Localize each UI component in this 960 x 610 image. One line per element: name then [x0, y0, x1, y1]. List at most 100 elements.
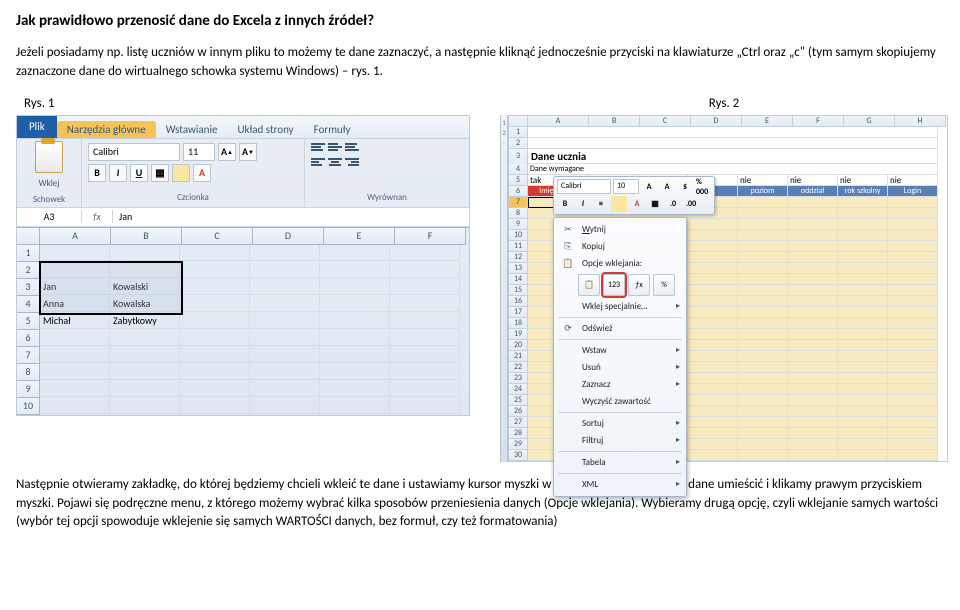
ctx-refresh[interactable]: ⟳Odśwież	[554, 320, 686, 337]
cell[interactable]	[738, 395, 788, 406]
cell[interactable]	[738, 406, 788, 417]
cell[interactable]	[788, 351, 838, 362]
row-header[interactable]: 10	[509, 230, 528, 241]
col-header[interactable]: C	[182, 228, 253, 245]
cell[interactable]	[838, 263, 888, 274]
cell[interactable]	[838, 241, 888, 252]
cell[interactable]	[888, 230, 938, 241]
row-header[interactable]: 9	[17, 381, 40, 398]
cell[interactable]	[838, 395, 888, 406]
ctx-select[interactable]: Zaznacz▸	[554, 376, 686, 393]
ctx-table[interactable]: Tabela▸	[554, 454, 686, 471]
cell[interactable]	[888, 384, 938, 395]
shrink-font-button[interactable]: A▼	[239, 143, 257, 161]
cell[interactable]	[738, 296, 788, 307]
row-header[interactable]: 26	[509, 406, 528, 417]
cell[interactable]	[838, 428, 888, 439]
cell[interactable]	[788, 340, 838, 351]
align-top-icon[interactable]	[311, 143, 325, 155]
cell[interactable]	[838, 362, 888, 373]
col-header[interactable]: A	[528, 116, 589, 127]
mini-italic[interactable]: I	[575, 196, 591, 212]
col-header[interactable]: D	[691, 116, 742, 127]
row-header[interactable]: 12	[509, 252, 528, 263]
select-all-corner[interactable]	[17, 228, 40, 245]
cell[interactable]	[738, 362, 788, 373]
ctx-cut[interactable]: ✂Wytnij	[554, 221, 686, 238]
cell[interactable]	[888, 373, 938, 384]
col-header[interactable]: E	[324, 228, 395, 245]
cell[interactable]	[838, 450, 888, 461]
row-header[interactable]: 15	[509, 285, 528, 296]
row-header[interactable]: 10	[17, 398, 40, 415]
col-header[interactable]: B	[589, 116, 640, 127]
ribbon-tab-insert[interactable]: Wstawianie	[156, 121, 228, 138]
cell[interactable]	[738, 307, 788, 318]
col-header[interactable]: D	[253, 228, 324, 245]
cell[interactable]	[738, 241, 788, 252]
mini-size-select[interactable]: 10	[613, 179, 639, 194]
cell[interactable]	[788, 318, 838, 329]
cell[interactable]	[738, 450, 788, 461]
cell[interactable]	[838, 384, 888, 395]
cell[interactable]	[788, 373, 838, 384]
cell[interactable]	[738, 384, 788, 395]
row-header[interactable]: 13	[509, 263, 528, 274]
cell[interactable]	[888, 318, 938, 329]
cell[interactable]	[738, 428, 788, 439]
paste-option-all[interactable]: 📋	[578, 274, 600, 296]
cell[interactable]	[888, 439, 938, 450]
cell[interactable]	[788, 384, 838, 395]
worksheet-grid[interactable]: A B C D E F 1 2 3JanKowalski 4AnnaKowals…	[17, 227, 469, 415]
cell[interactable]	[888, 351, 938, 362]
cell[interactable]	[788, 274, 838, 285]
cell[interactable]	[888, 362, 938, 373]
mini-fill[interactable]	[611, 196, 627, 212]
cell[interactable]	[888, 274, 938, 285]
ctx-insert[interactable]: Wstaw▸	[554, 342, 686, 359]
cell[interactable]	[888, 417, 938, 428]
row-header[interactable]: 20	[509, 340, 528, 351]
cell[interactable]	[788, 439, 838, 450]
cell[interactable]	[888, 395, 938, 406]
cell[interactable]	[738, 219, 788, 230]
cell[interactable]	[888, 252, 938, 263]
cell[interactable]	[888, 285, 938, 296]
row-header[interactable]: 3	[17, 279, 40, 296]
fx-icon[interactable]: fx	[82, 210, 113, 223]
cell[interactable]	[838, 406, 888, 417]
ctx-filter[interactable]: Filtruj▸	[554, 432, 686, 449]
row-header[interactable]: 16	[509, 296, 528, 307]
row-header[interactable]: 24	[509, 384, 528, 395]
cell[interactable]	[788, 219, 838, 230]
mini-shrink-font[interactable]: A	[659, 179, 675, 195]
align-right-icon[interactable]	[345, 158, 359, 170]
row-header[interactable]: 29	[509, 439, 528, 450]
grow-font-button[interactable]: A▲	[218, 143, 236, 161]
cell[interactable]	[738, 340, 788, 351]
align-left-icon[interactable]	[311, 158, 325, 170]
mini-bold[interactable]: B	[557, 196, 573, 212]
font-size-select[interactable]: 11	[183, 143, 215, 161]
underline-button[interactable]: U	[130, 164, 148, 182]
ctx-xml[interactable]: XML▸	[554, 476, 686, 493]
file-tab[interactable]: Plik	[17, 116, 57, 138]
mini-grow-font[interactable]: A	[641, 179, 657, 195]
cell[interactable]	[838, 351, 888, 362]
cell[interactable]	[788, 428, 838, 439]
cell[interactable]	[738, 252, 788, 263]
align-center-icon[interactable]	[328, 158, 342, 170]
cell[interactable]	[788, 241, 838, 252]
cell[interactable]	[888, 329, 938, 340]
cell[interactable]	[838, 219, 888, 230]
cell[interactable]: Kowalski	[110, 279, 180, 295]
col-header[interactable]: A	[40, 228, 111, 245]
cell[interactable]	[738, 318, 788, 329]
col-header[interactable]: F	[395, 228, 466, 245]
row-header[interactable]: 8	[509, 208, 528, 219]
ctx-delete[interactable]: Usuń▸	[554, 359, 686, 376]
cell[interactable]	[738, 439, 788, 450]
mini-align[interactable]: ≡	[593, 196, 609, 212]
row-header[interactable]: 23	[509, 373, 528, 384]
italic-button[interactable]: I	[109, 164, 127, 182]
